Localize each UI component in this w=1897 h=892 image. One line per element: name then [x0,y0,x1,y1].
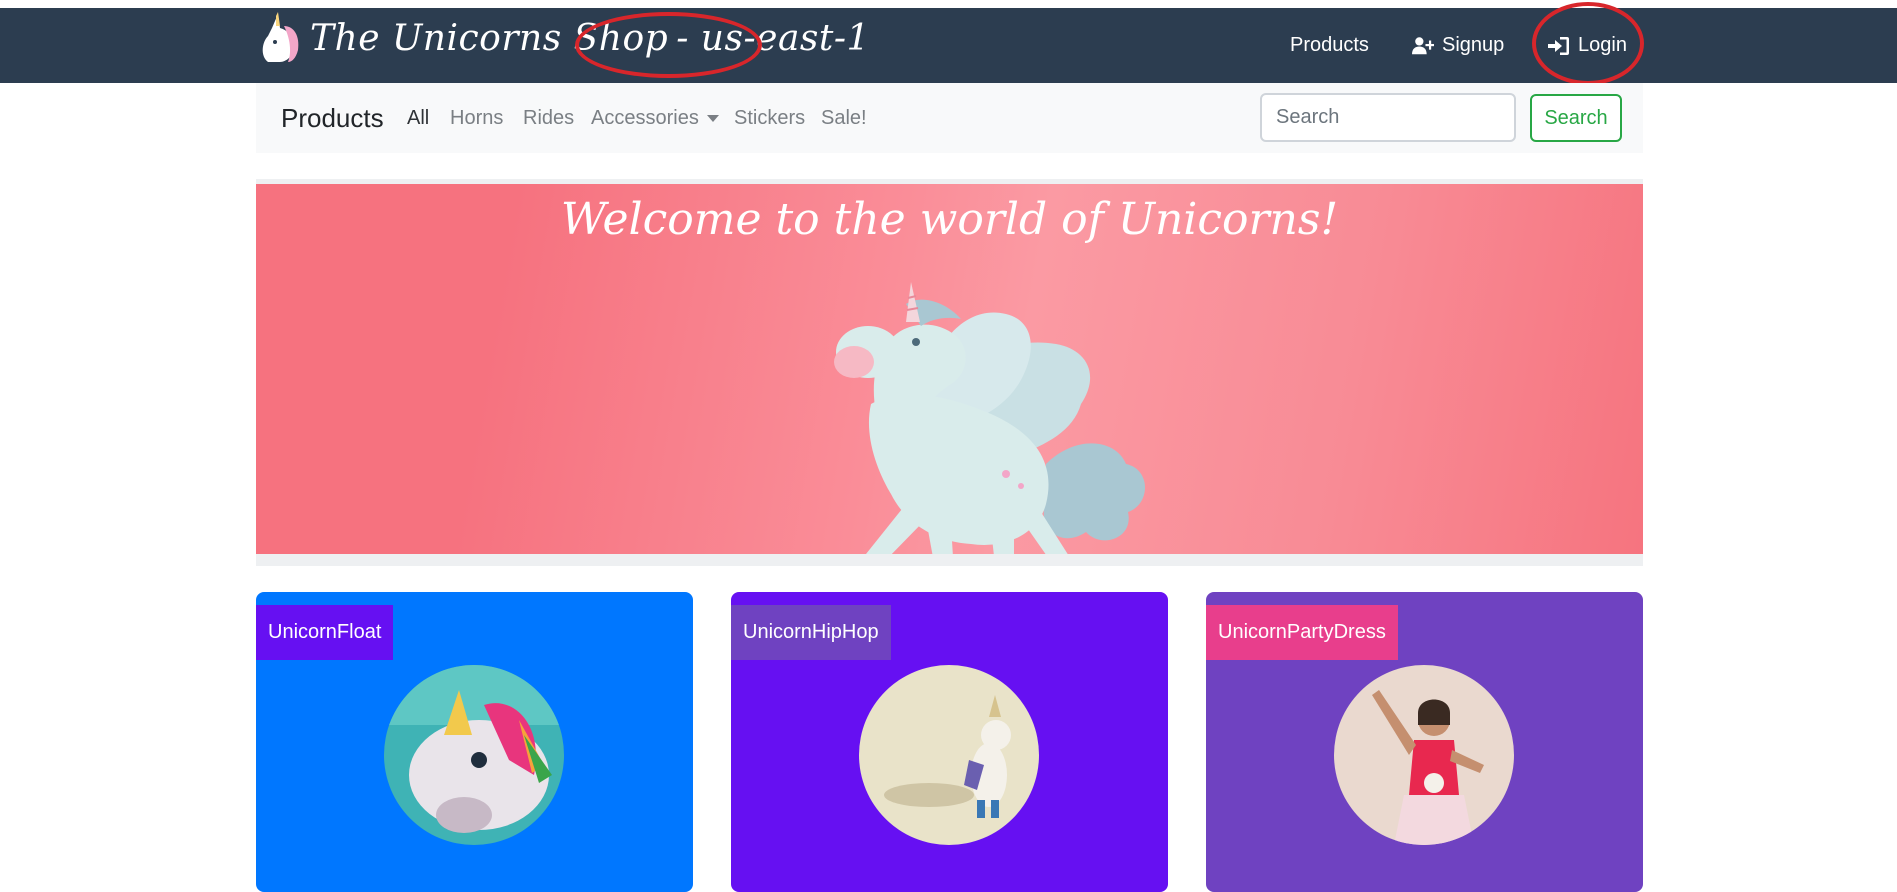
hero-banner: Welcome to the world of Unicorns! [256,184,1643,554]
brand-link[interactable]: The Unicorns Shop - us-east-1 [254,12,870,64]
chevron-down-icon [706,115,719,123]
nav-products-label: Products [1290,34,1369,56]
flying-unicorn-illustration [834,282,1146,554]
subnav-item-stickers[interactable]: Stickers [734,107,805,130]
product-name: UnicornHipHop [731,605,891,660]
login-highlight-ring [1532,2,1644,85]
product-image [384,665,564,845]
subnav-item-accessories-label: Accessories [591,107,699,129]
nav-products-link[interactable]: Products [1290,8,1369,83]
subnav-item-accessories[interactable]: Accessories [591,107,719,130]
nav-signup-link[interactable]: Signup [1412,8,1504,83]
unicorn-logo-icon [262,12,299,62]
product-image [1334,665,1514,845]
subnav-item-all[interactable]: All [407,107,429,130]
search-button[interactable]: Search [1530,94,1622,142]
subnav-item-sale[interactable]: Sale! [821,107,867,130]
nav-signup-label: Signup [1442,34,1505,56]
hero-title: Welcome to the world of Unicorns! [560,194,1339,245]
search-input[interactable] [1260,93,1516,142]
product-card[interactable]: UnicornHipHop [731,592,1168,892]
region-highlight-ring [575,12,762,78]
products-subnav: Products All Horns Rides Accessories Sti… [256,83,1643,153]
product-name: UnicornFloat [256,605,394,660]
product-card[interactable]: UnicornFloat [256,592,693,892]
product-name: UnicornPartyDress [1206,605,1398,660]
subnav-title: Products [281,103,384,133]
user-plus-icon [1412,36,1434,54]
product-image [859,665,1039,845]
product-card[interactable]: UnicornPartyDress [1206,592,1643,892]
subnav-item-horns[interactable]: Horns [450,107,503,130]
subnav-item-rides[interactable]: Rides [523,107,574,130]
